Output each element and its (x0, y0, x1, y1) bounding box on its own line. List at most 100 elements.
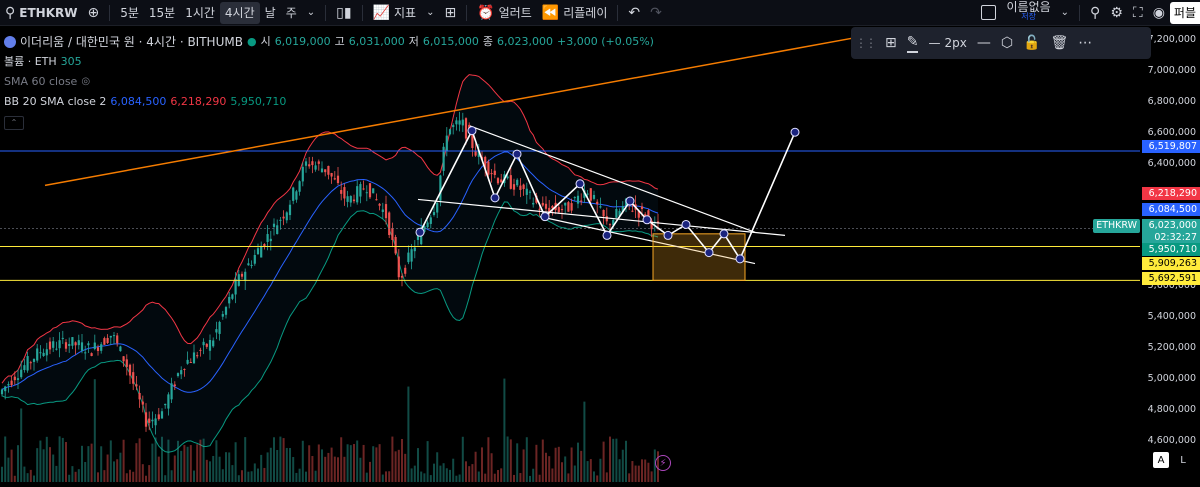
add-template-icon[interactable]: ⊞ (885, 35, 897, 51)
auto-scale-button[interactable]: A (1153, 452, 1169, 468)
lock-icon[interactable]: 🔓 (1023, 35, 1040, 51)
redo-button[interactable]: ↷ (645, 2, 667, 24)
more-icon[interactable]: ⋯ (1078, 35, 1092, 51)
symbol-search[interactable]: ⚲ ETHKRW (0, 2, 82, 24)
volume-bar (577, 442, 579, 482)
candle-body (304, 161, 308, 166)
indicators-dropdown[interactable]: ⌄ (421, 2, 439, 24)
eye-hidden-icon[interactable]: ◎ (81, 72, 90, 92)
candle-body (368, 183, 372, 198)
volume-bar (289, 448, 291, 482)
volume-bar (151, 443, 154, 482)
volume-bar (138, 438, 141, 482)
price-tick: 5,200,000 (1147, 342, 1196, 353)
candle-body (228, 296, 231, 304)
snapshot-button[interactable]: ◉ (1148, 2, 1170, 24)
candle-body (528, 191, 532, 193)
interval-5m[interactable]: 5분 (115, 2, 144, 24)
replay-button[interactable]: ⏪ 리플레이 (537, 2, 613, 24)
line-style-icon[interactable]: — (977, 35, 991, 51)
undo-button[interactable]: ↶ (623, 2, 645, 24)
volume-bar (276, 450, 279, 482)
volume-bar (333, 456, 336, 482)
candle-body (45, 349, 48, 356)
collapse-legend-button[interactable]: ⌃ (4, 116, 24, 130)
candle-body (148, 418, 151, 423)
save-layout-button[interactable]: 이름없음 저장 (1001, 1, 1055, 24)
volume-bar (119, 452, 122, 482)
candle-body (436, 202, 439, 213)
volume-bar (161, 436, 163, 482)
settings-hex-icon[interactable]: ⬡ (1001, 35, 1013, 51)
pencil-color-icon[interactable]: ✎ (906, 34, 919, 53)
volume-bar (141, 464, 144, 482)
grid-icon: ⊞ (444, 4, 457, 21)
candle-body (151, 419, 154, 422)
interval-day[interactable]: 날 (260, 2, 281, 24)
volume-legend-row[interactable]: 볼륨 · ETH 305 (4, 52, 654, 72)
lightning-icon[interactable]: ⚡ (655, 455, 671, 471)
candle-body (23, 365, 26, 371)
camera-icon: ◉ (1152, 4, 1165, 21)
candle-body (170, 383, 173, 400)
interval-dropdown[interactable]: ⌄ (302, 2, 320, 24)
pattern-anchor-point (681, 219, 691, 229)
indicators-label: 지표 (393, 6, 417, 20)
bb-legend-row[interactable]: BB 20 SMA close 2 6,084,500 6,218,290 5,… (4, 92, 654, 112)
undo-icon: ↶ (628, 4, 641, 21)
candle-body (36, 348, 39, 361)
candle-body (608, 224, 612, 226)
candle-body (346, 196, 349, 202)
quick-search-button[interactable]: ⚲ (1085, 2, 1105, 24)
interval-week[interactable]: 주 (281, 2, 302, 24)
candle-body (292, 187, 295, 201)
volume-bar (109, 440, 112, 482)
volume-bar (205, 459, 208, 482)
sma-legend-row[interactable]: SMA 60 close ◎ (4, 72, 654, 92)
volume-bar (61, 437, 64, 482)
alert-button[interactable]: ⏰ 얼러트 (472, 2, 537, 24)
volume-bar (173, 455, 176, 482)
interval-15m[interactable]: 15분 (144, 2, 180, 24)
price-scale[interactable]: 7,200,000 7,000,000 6,800,000 6,600,000 … (1142, 27, 1200, 487)
price-tick: 6,600,000 (1147, 127, 1196, 138)
volume-bar (157, 456, 160, 482)
volume-bar (586, 461, 589, 482)
trash-icon[interactable]: 🗑 (1051, 35, 1069, 51)
publish-button[interactable]: 퍼블 (1169, 1, 1200, 24)
volume-bar (548, 456, 551, 482)
symbol-legend-row[interactable]: 이더리움 / 대한민국 원 · 4시간 · BITHUMB ● 시 6,019,0… (4, 32, 654, 52)
chart-legend: 이더리움 / 대한민국 원 · 4시간 · BITHUMB ● 시 6,019,0… (4, 32, 654, 132)
volume-bar (429, 475, 432, 482)
bb-label: BB 20 SMA close 2 (4, 95, 107, 108)
candle-body (493, 170, 496, 175)
volume-bar (74, 471, 77, 482)
line-width-button[interactable]: — 2px (928, 36, 966, 50)
candle-body (516, 179, 519, 186)
volume-bar (93, 379, 96, 482)
candle-body (532, 202, 535, 205)
candle-body (132, 372, 135, 384)
settings-button[interactable]: ⚙ (1105, 2, 1128, 24)
indicators-button[interactable]: 📈 지표 (368, 2, 422, 24)
interval-4h[interactable]: 4시간 (219, 1, 260, 24)
chart-type-button[interactable]: ▯▮ (331, 2, 356, 24)
select-checkbox[interactable] (976, 2, 1001, 24)
save-dropdown[interactable]: ⌄ (1056, 2, 1074, 24)
candle-body (90, 353, 93, 356)
candle-body (250, 264, 253, 266)
redo-icon: ↷ (650, 4, 662, 21)
volume-bar (292, 457, 295, 482)
volume-bar (484, 473, 487, 482)
candle-body (7, 384, 10, 386)
log-scale-button[interactable]: L (1175, 452, 1191, 468)
drag-handle-icon[interactable]: ⋮⋮ (855, 36, 877, 50)
layout-button[interactable]: ⊞ (439, 2, 461, 24)
volume-bar (167, 439, 170, 482)
price-tick: 5,000,000 (1147, 373, 1196, 384)
interval-1h[interactable]: 1시간 (180, 2, 220, 24)
compare-symbol-button[interactable]: ⊕ (82, 2, 104, 24)
candle-body (362, 188, 365, 190)
fullscreen-button[interactable]: ⛶ (1128, 2, 1148, 24)
search-icon: ⚲ (5, 4, 16, 21)
